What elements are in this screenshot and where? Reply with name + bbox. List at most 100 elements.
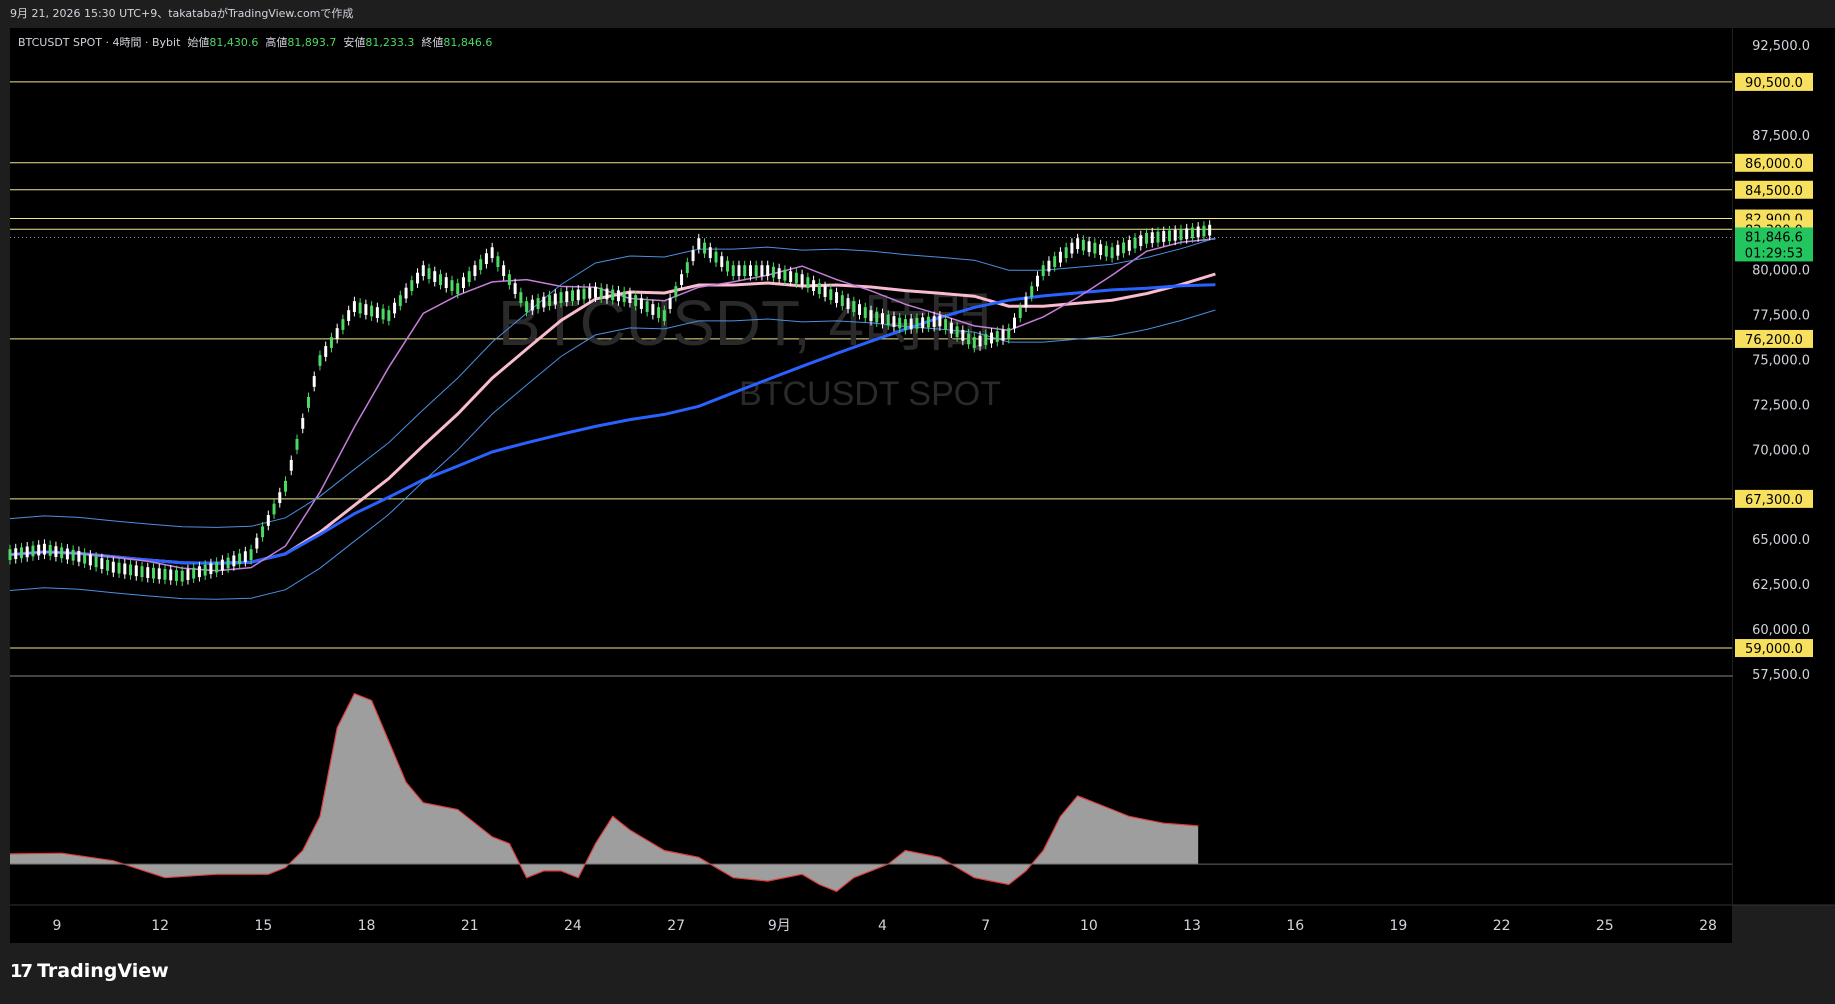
legend-high-label: 高値 <box>265 36 288 49</box>
y-tick-4: 75,000.0 <box>1752 353 1810 368</box>
candle-body <box>616 290 620 302</box>
candle-body <box>48 545 52 556</box>
y-tick-2: 80,000.0 <box>1752 264 1810 279</box>
candle-body <box>467 271 471 283</box>
candle-body <box>404 287 408 299</box>
tradingview-logo[interactable]: 17 TradingView <box>10 960 169 982</box>
candle-body <box>599 287 603 299</box>
candle-body <box>588 287 592 299</box>
candle-body <box>19 547 23 559</box>
candle-body <box>645 301 649 312</box>
candle-body <box>284 480 288 492</box>
candle-body <box>1007 328 1011 339</box>
candle-body <box>1076 238 1080 250</box>
price-axis: 92,500.0 87,500.0 80,000.0 77,500.0 75,000.0… <box>1733 28 1835 905</box>
x-tick-8: 4 <box>878 918 887 934</box>
candle-body <box>31 545 35 557</box>
candle-body <box>255 537 259 549</box>
candle-body <box>14 548 18 560</box>
watermark: BTCUSDT, 4時間 BTCUSDT SPOT <box>498 287 1001 413</box>
candle-body <box>1185 228 1189 240</box>
candle-body <box>886 314 890 326</box>
tv-logo-icon: 17 <box>10 960 33 982</box>
candle-body <box>1035 275 1039 287</box>
candle-body <box>163 568 167 580</box>
x-tick-1: 12 <box>151 918 169 934</box>
candle-body <box>892 316 896 327</box>
candle-body <box>8 549 12 560</box>
candle-body <box>691 250 695 262</box>
candle-body <box>525 301 529 312</box>
candle-body <box>358 302 362 314</box>
candle-body <box>530 299 534 311</box>
candle-body <box>915 317 919 329</box>
candle-body <box>1196 226 1200 238</box>
candle-body <box>169 569 173 581</box>
candle-body <box>1179 229 1183 241</box>
candle-body <box>1058 251 1062 263</box>
candle-body <box>370 305 374 317</box>
tv-brand: TradingView <box>37 960 169 982</box>
candle-body <box>748 265 752 277</box>
candle-body <box>1053 256 1057 268</box>
candle-body <box>1070 242 1074 254</box>
candle-body <box>846 298 850 309</box>
x-tick-6: 27 <box>667 918 685 934</box>
candle-body <box>1122 242 1126 254</box>
y-tick-8: 62,500.0 <box>1752 578 1810 593</box>
candles <box>8 220 1212 587</box>
x-tick-2: 15 <box>254 918 272 934</box>
candle-body <box>272 503 276 515</box>
candle-body <box>1018 307 1022 318</box>
candle-body <box>1104 245 1108 257</box>
y-tick-1: 87,500.0 <box>1752 129 1810 144</box>
candle-body <box>634 295 638 306</box>
candle-body <box>1064 247 1068 259</box>
candle-body <box>83 552 87 564</box>
x-tick-15: 25 <box>1596 918 1614 934</box>
candle-body <box>295 438 299 450</box>
candle-body <box>1173 229 1177 241</box>
candle-body <box>806 277 810 288</box>
candle-body <box>938 315 942 327</box>
candle-body <box>639 298 643 309</box>
candle-body <box>140 566 144 578</box>
horizontal-levels <box>10 81 1732 649</box>
candle-body <box>226 557 230 569</box>
level-tag-0: 90,500.0 <box>1745 76 1803 91</box>
candle-body <box>1093 242 1097 254</box>
candle-body <box>726 260 729 272</box>
candle-body <box>479 259 483 271</box>
time-axis: 9 12 15 18 21 24 27 9月 4 7 10 13 16 19 22 25 28 <box>10 904 1835 934</box>
candle-body <box>54 546 58 557</box>
candle-body <box>209 563 213 575</box>
candle-body <box>513 283 517 294</box>
candle-body <box>949 322 953 334</box>
candle-body <box>1024 296 1028 308</box>
candle-body <box>576 289 580 301</box>
candle-body <box>823 286 827 297</box>
candle-body <box>1150 232 1154 244</box>
current-price-tag: 81,846.6 <box>1745 230 1803 245</box>
y-tick-6: 70,000.0 <box>1752 443 1810 458</box>
candle-body <box>387 310 391 321</box>
candle-body <box>817 283 821 294</box>
candle-body <box>111 561 115 573</box>
level-tag-2: 84,500.0 <box>1745 184 1803 199</box>
candle-body <box>77 550 81 562</box>
candle-body <box>146 567 150 578</box>
candle-body <box>416 272 420 284</box>
candle-body <box>519 292 523 303</box>
candle-body <box>662 310 666 321</box>
candle-body <box>1110 247 1114 259</box>
candle-body <box>381 308 385 320</box>
candle-body <box>680 274 684 286</box>
candle-body <box>106 559 110 571</box>
candle-body <box>783 269 787 281</box>
candle-body <box>571 290 575 302</box>
candle-body <box>720 256 724 268</box>
candle-body <box>714 251 718 263</box>
candle-body <box>863 307 867 318</box>
chart-svg[interactable]: BTCUSDT, 4時間 BTCUSDT SPOT 2,000.01,000.0… <box>0 0 1835 1004</box>
candle-body <box>961 329 965 341</box>
